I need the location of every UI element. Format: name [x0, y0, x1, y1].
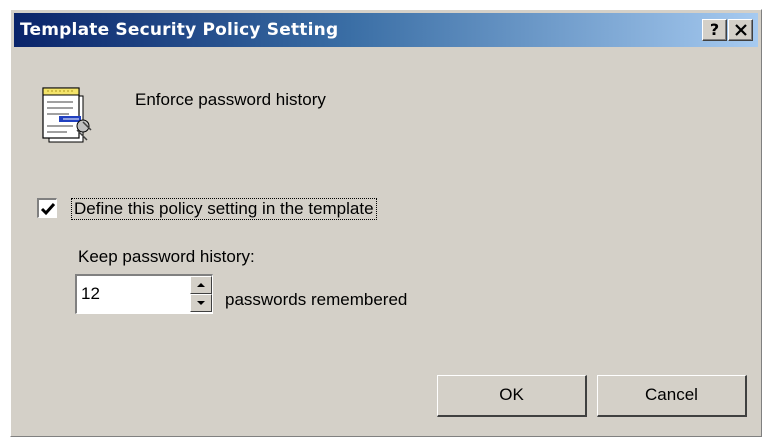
help-button[interactable]: ? [702, 19, 727, 41]
checkmark-icon [40, 203, 56, 216]
window-title: Template Security Policy Setting [20, 20, 339, 40]
ok-button[interactable]: OK [437, 375, 587, 417]
history-count-input[interactable]: 12 [81, 284, 100, 304]
title-bar[interactable]: Template Security Policy Setting ? [14, 13, 758, 47]
history-count-stepper[interactable]: 12 [75, 274, 213, 314]
cancel-button[interactable]: Cancel [597, 375, 747, 417]
history-suffix-label: passwords remembered [225, 290, 408, 309]
stepper-up-button[interactable] [190, 276, 212, 294]
policy-setting-dialog: Template Security Policy Setting ? Enfor… [10, 9, 762, 437]
arrow-up-icon [197, 283, 205, 287]
close-icon [734, 24, 747, 36]
policy-document-icon [39, 82, 103, 152]
stepper-down-button[interactable] [190, 294, 212, 312]
define-policy-label[interactable]: Define this policy setting in the templa… [71, 198, 377, 220]
keep-history-label: Keep password history: [78, 247, 255, 266]
close-button[interactable] [728, 19, 753, 41]
arrow-down-icon [197, 301, 205, 305]
define-policy-checkbox[interactable] [37, 198, 57, 218]
stepper-buttons [190, 276, 212, 313]
policy-name: Enforce password history [135, 90, 326, 109]
